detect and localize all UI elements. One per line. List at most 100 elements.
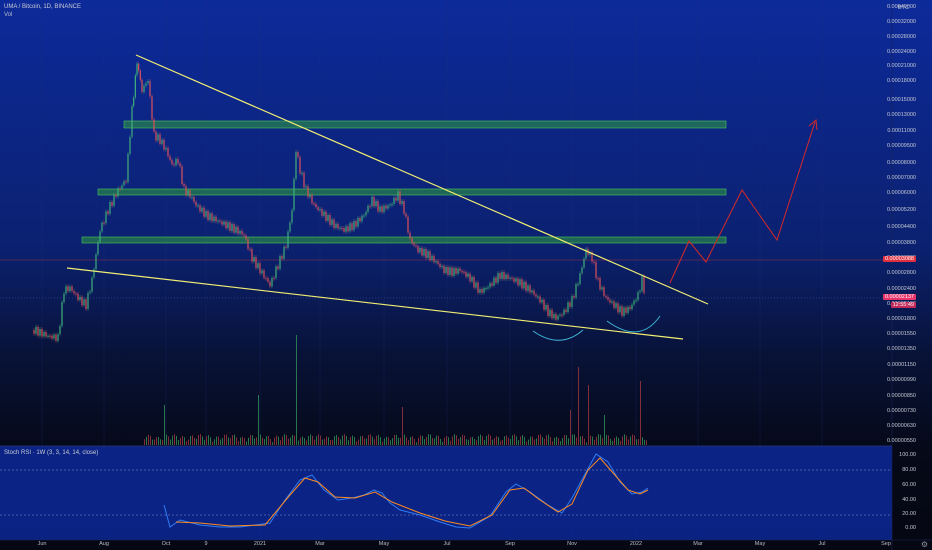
candle-body (173, 164, 175, 166)
symbol-title[interactable]: UMA / Bitcoin, 1D, BINANCE (4, 3, 81, 11)
candle-body (335, 223, 337, 228)
volume-bar (524, 436, 525, 445)
candle-body (301, 172, 303, 174)
candle-body (163, 139, 165, 150)
price-axis-label: 0.00001550 (886, 331, 916, 337)
candle-body (77, 293, 79, 301)
volume-bar (550, 437, 551, 445)
time-axis-label: Jul (818, 541, 826, 547)
volume-bar (458, 438, 459, 445)
candle-body (527, 285, 529, 291)
candle-body (81, 296, 83, 306)
volume-bar (150, 435, 151, 445)
price-axis-label: 0.00000990 (886, 377, 916, 383)
volume-bar (428, 434, 429, 445)
candle-body (171, 159, 173, 165)
candle-body (317, 207, 319, 210)
volume-bar (300, 437, 301, 445)
volume-bar (500, 440, 501, 445)
volume-bar (570, 410, 571, 445)
volume-bar (254, 438, 255, 445)
volume-bar (308, 436, 309, 445)
candle-body (553, 313, 555, 319)
candle-body (361, 215, 363, 222)
candle-body (555, 313, 557, 320)
candle-body (359, 217, 361, 222)
volume-bar (442, 441, 443, 445)
candle-body (449, 267, 451, 275)
volume-bar (578, 367, 579, 445)
candle-body (473, 276, 475, 288)
candle-body (475, 282, 477, 288)
candle-body (323, 211, 325, 216)
candle-body (217, 220, 219, 222)
volume-bar (250, 434, 251, 445)
volume-bar (312, 435, 313, 445)
candle-body (315, 203, 317, 208)
candle-body (327, 215, 329, 221)
candle-body (477, 282, 479, 293)
candle-body (425, 249, 427, 258)
candle-body (59, 325, 61, 335)
volume-bar (180, 437, 181, 445)
volume-bar (496, 435, 497, 445)
volume-bar (162, 439, 163, 445)
chart-legend: UMA / Bitcoin, 1D, BINANCE Vol (4, 3, 81, 19)
price-axis-label: 0.00007000 (886, 175, 916, 181)
volume-bar (414, 438, 415, 445)
volume-bar (476, 440, 477, 445)
price-chart[interactable] (0, 0, 932, 550)
volume-bar (462, 434, 463, 445)
volume-bar (228, 437, 229, 445)
volume-bar (486, 435, 487, 445)
volume-bar (540, 434, 541, 445)
volume-bar (630, 436, 631, 445)
candle-body (399, 191, 401, 204)
price-axis-label: 0.00021000 (886, 63, 916, 69)
candle-body (389, 204, 391, 206)
volume-bar (212, 441, 213, 445)
volume-bar (576, 437, 577, 445)
candle-body (483, 288, 485, 293)
candle-body (51, 335, 53, 339)
volume-bar (450, 440, 451, 445)
volume-bar (410, 436, 411, 445)
candle-body (559, 314, 561, 316)
candle-body (225, 221, 227, 229)
volume-label[interactable]: Vol (4, 11, 81, 19)
candle-body (105, 211, 107, 224)
candle-body (605, 295, 607, 298)
chart-window[interactable]: UMA / Bitcoin, 1D, BINANCE Vol BTC 0.000… (0, 0, 932, 550)
candle-body (255, 257, 257, 268)
candle-body (117, 188, 119, 197)
volume-bar (636, 439, 637, 445)
stoch-rsi-legend[interactable]: Stoch RSI · 1W (3, 3, 14, 14, close) (4, 450, 98, 456)
volume-bar (324, 438, 325, 445)
volume-bar (402, 407, 403, 445)
volume-bar (454, 434, 455, 445)
price-axis-label: 0.00000630 (886, 423, 916, 429)
candle-body (265, 277, 267, 279)
volume-bar (330, 440, 331, 445)
candle-body (523, 281, 525, 289)
candle-body (479, 289, 481, 293)
candle-body (211, 213, 213, 222)
volume-bar (420, 435, 421, 445)
candle-body (65, 286, 67, 294)
price-axis-label: 0.00000850 (886, 393, 916, 399)
candle-body (381, 206, 383, 213)
candle-body (125, 181, 127, 183)
volume-bar (478, 436, 479, 445)
volume-bar (596, 436, 597, 445)
candle-body (419, 247, 421, 253)
candle-body (295, 152, 297, 179)
volume-bar (608, 435, 609, 445)
candle-body (345, 226, 347, 232)
candle-body (539, 296, 541, 303)
volume-bar (424, 439, 425, 445)
volume-bar (362, 435, 363, 445)
price-axis-label: 0.00032000 (886, 19, 916, 25)
candle-body (207, 211, 209, 220)
volume-bar (464, 435, 465, 445)
settings-gear-icon[interactable]: ⚙ (921, 540, 928, 549)
